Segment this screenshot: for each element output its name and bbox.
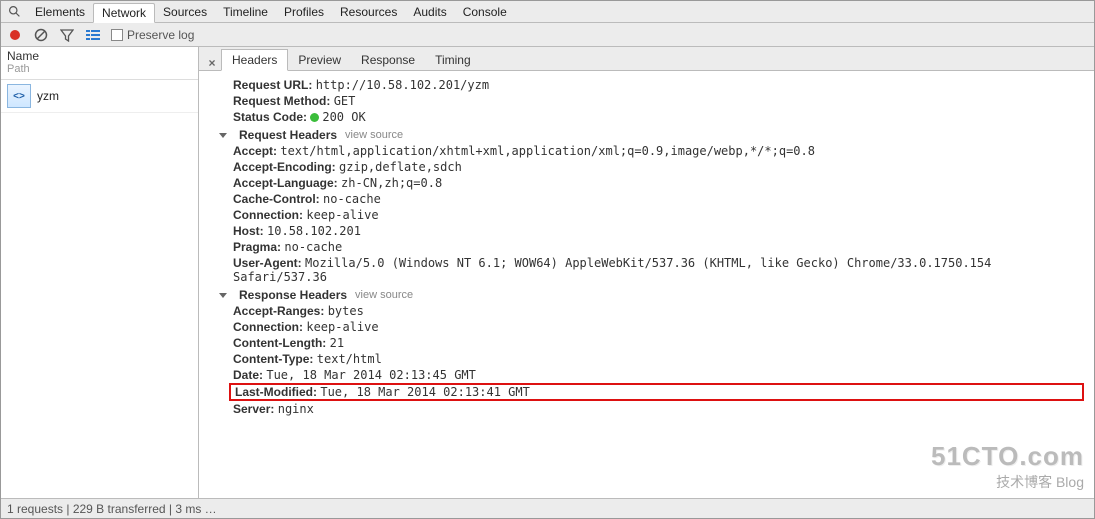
- preserve-log-toggle[interactable]: Preserve log: [111, 28, 194, 42]
- filter-icon[interactable]: [59, 27, 75, 43]
- detail-tab-headers[interactable]: Headers: [221, 49, 288, 71]
- general-status: Status Code: 200 OK: [219, 109, 1084, 125]
- request-headers-section[interactable]: Request Headers view source: [219, 125, 1084, 143]
- header-row: User-Agent: Mozilla/5.0 (Windows NT 6.1;…: [219, 255, 1084, 285]
- detail-tab-timing[interactable]: Timing: [425, 50, 481, 70]
- request-list-panel: Name Path <> yzm: [1, 47, 199, 498]
- panel-tabs: Elements Network Sources Timeline Profil…: [1, 1, 1094, 23]
- file-icon: <>: [7, 84, 31, 108]
- header-row: Last-Modified: Tue, 18 Mar 2014 02:13:41…: [229, 383, 1084, 401]
- view-source-link[interactable]: view source: [345, 129, 403, 141]
- general-url: Request URL: http://10.58.102.201/yzm: [219, 77, 1084, 93]
- preserve-log-label: Preserve log: [127, 28, 194, 42]
- devtools-window: Elements Network Sources Timeline Profil…: [0, 0, 1095, 519]
- tab-elements[interactable]: Elements: [27, 3, 93, 21]
- headers-body[interactable]: Request URL: http://10.58.102.201/yzm Re…: [199, 71, 1094, 498]
- network-main: Name Path <> yzm × Headers Preview Respo…: [1, 47, 1094, 498]
- close-icon[interactable]: ×: [203, 56, 221, 70]
- section-title: Request Headers: [239, 128, 337, 142]
- header-row: Pragma: no-cache: [219, 239, 1084, 255]
- header-row: Server: nginx: [219, 401, 1084, 417]
- record-icon[interactable]: [7, 27, 23, 43]
- checkbox-icon[interactable]: [111, 29, 123, 41]
- detail-tab-response[interactable]: Response: [351, 50, 425, 70]
- status-text: 1 requests | 229 B transferred | 3 ms …: [7, 502, 217, 516]
- large-rows-icon[interactable]: [85, 27, 101, 43]
- status-dot-icon: [310, 113, 319, 122]
- header-row: Connection: keep-alive: [219, 319, 1084, 335]
- network-toolbar: Preserve log: [1, 23, 1094, 47]
- request-detail-panel: × Headers Preview Response Timing Reques…: [199, 47, 1094, 498]
- tab-sources[interactable]: Sources: [155, 3, 215, 21]
- header-row: Accept-Ranges: bytes: [219, 303, 1084, 319]
- detail-tab-preview[interactable]: Preview: [288, 50, 351, 70]
- detail-tabs: × Headers Preview Response Timing: [199, 47, 1094, 71]
- clear-icon[interactable]: [33, 27, 49, 43]
- tab-timeline[interactable]: Timeline: [215, 3, 276, 21]
- tab-network[interactable]: Network: [93, 3, 155, 23]
- chevron-down-icon: [219, 133, 227, 138]
- search-icon[interactable]: [7, 5, 21, 19]
- tab-audits[interactable]: Audits: [405, 3, 454, 21]
- section-title: Response Headers: [239, 288, 347, 302]
- request-row[interactable]: <> yzm: [1, 80, 198, 113]
- header-row: Date: Tue, 18 Mar 2014 02:13:45 GMT: [219, 367, 1084, 383]
- col-name: Name: [7, 49, 192, 63]
- request-name: yzm: [37, 89, 59, 103]
- header-row: Content-Length: 21: [219, 335, 1084, 351]
- chevron-down-icon: [219, 293, 227, 298]
- tab-profiles[interactable]: Profiles: [276, 3, 332, 21]
- header-row: Accept: text/html,application/xhtml+xml,…: [219, 143, 1084, 159]
- request-list-header: Name Path: [1, 47, 198, 80]
- header-row: Connection: keep-alive: [219, 207, 1084, 223]
- view-source-link[interactable]: view source: [355, 289, 413, 301]
- status-bar: 1 requests | 229 B transferred | 3 ms …: [1, 498, 1094, 518]
- request-list[interactable]: <> yzm: [1, 80, 198, 498]
- header-row: Content-Type: text/html: [219, 351, 1084, 367]
- response-headers-section[interactable]: Response Headers view source: [219, 285, 1084, 303]
- header-row: Accept-Encoding: gzip,deflate,sdch: [219, 159, 1084, 175]
- col-path: Path: [7, 63, 192, 75]
- header-row: Accept-Language: zh-CN,zh;q=0.8: [219, 175, 1084, 191]
- header-row: Host: 10.58.102.201: [219, 223, 1084, 239]
- header-row: Cache-Control: no-cache: [219, 191, 1084, 207]
- general-method: Request Method: GET: [219, 93, 1084, 109]
- tab-console[interactable]: Console: [455, 3, 515, 21]
- tab-resources[interactable]: Resources: [332, 3, 405, 21]
